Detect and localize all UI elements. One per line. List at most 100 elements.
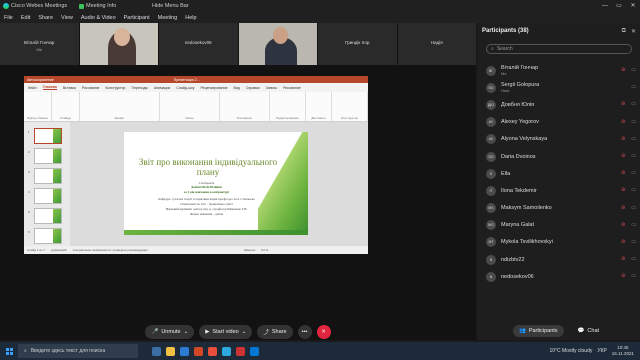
shared-screen[interactable]: Автосохранение Презентація 2... Файл Гла… [24, 76, 368, 254]
slide-thumbnail[interactable]: 2 [28, 148, 62, 164]
ppt-tab[interactable]: Анимация [154, 86, 170, 90]
share-button[interactable]: ⤴ Share [257, 325, 293, 339]
menu-participant[interactable]: Participant [124, 15, 150, 21]
video-tile[interactable]: nedosekov06 [159, 23, 238, 65]
webex-icon[interactable] [222, 346, 231, 356]
minimize-button[interactable]: — [598, 0, 612, 12]
ribbon-group-drawing[interactable]: Рисование [220, 92, 270, 121]
status-accessibility[interactable]: Специальные возможности: проверьте реком… [73, 248, 148, 252]
menu-share[interactable]: Share [38, 15, 53, 21]
participant-row[interactable]: SG Sergii Golopura Host ▭ [486, 79, 636, 96]
participant-search-input[interactable]: ⌕ Search [486, 44, 632, 54]
acrobat-icon[interactable] [236, 346, 245, 356]
participant-row[interactable]: MS Maksym Samoilenko ⊘ ▭ [486, 200, 636, 217]
ppt-tab[interactable]: Конструктор [106, 86, 126, 90]
close-button[interactable]: ✕ [626, 0, 640, 12]
mic-muted-icon[interactable]: ⊘ [621, 119, 625, 125]
weather-status[interactable]: 10°C Mostly cloudy [550, 348, 593, 354]
video-tile[interactable]: Гриндік Ігор [318, 23, 397, 65]
close-icon[interactable]: ✕ [631, 28, 636, 35]
participant-row[interactable]: ВГ Віталій Гончар Me ⊘ ▭ [486, 62, 636, 79]
ppt-tab[interactable]: Вставка [63, 86, 76, 90]
ribbon-group-slides[interactable]: Слайды [52, 92, 80, 121]
video-tile[interactable]: Надія [397, 23, 476, 65]
mic-muted-icon[interactable]: ⊘ [621, 239, 625, 245]
menu-meeting[interactable]: Meeting [158, 15, 178, 21]
mic-muted-icon[interactable]: ⊘ [621, 67, 625, 73]
menu-edit[interactable]: Edit [21, 15, 30, 21]
ribbon-group-clipboard[interactable]: Буфер обмена [24, 92, 52, 121]
start-video-button[interactable]: ▶ Start video ⌄ [199, 325, 253, 339]
end-meeting-button[interactable]: ✕ [316, 325, 331, 339]
chrome-icon[interactable] [208, 346, 217, 356]
mic-muted-icon[interactable]: ⊘ [621, 136, 625, 142]
status-language[interactable]: украинский [51, 248, 67, 252]
menu-help[interactable]: Help [185, 15, 196, 21]
ppt-tab-active[interactable]: Главная [42, 85, 57, 90]
mic-muted-icon[interactable]: ⊘ [621, 170, 625, 176]
slide-canvas[interactable]: Звіт про виконання індивідуального плану… [124, 132, 308, 235]
language-indicator[interactable]: УКР [597, 348, 606, 354]
slide-thumbnail[interactable]: 6 [28, 228, 62, 244]
mic-muted-icon[interactable]: ⊘ [621, 256, 625, 262]
ppt-tab[interactable]: Справка [246, 86, 260, 90]
participant-row[interactable]: E Ella ⊘ ▭ [486, 165, 636, 182]
ppt-tab[interactable]: Вид [234, 86, 240, 90]
ribbon-group-designer[interactable]: Конструктор [332, 92, 368, 121]
participant-row[interactable]: AY Alexey Yegorov ⊘ ▭ [486, 114, 636, 131]
maximize-button[interactable]: ▭ [612, 0, 626, 12]
ribbon-group-dictate[interactable]: Диктовать [306, 92, 332, 121]
menu-view[interactable]: View [61, 15, 73, 21]
slide-thumbnail[interactable]: 4 [28, 188, 62, 204]
mic-muted-icon[interactable]: ⊘ [621, 153, 625, 159]
more-options-button[interactable]: ••• [297, 325, 312, 339]
word-icon[interactable] [180, 346, 189, 356]
ppt-tab[interactable]: Запись [266, 86, 277, 90]
participant-row[interactable]: IT Ilona Tekdemir ⊘ ▭ [486, 182, 636, 199]
mic-muted-icon[interactable]: ⊘ [621, 222, 625, 228]
ribbon-group-editing[interactable]: Редактирование [270, 92, 306, 121]
participant-row[interactable]: Nnedosekov06 ⊘ ▭ [486, 268, 636, 285]
slide-thumbnail[interactable]: 1 [28, 128, 62, 144]
unmute-button[interactable]: 🎤 Unmute ⌄ [145, 325, 195, 339]
participant-row[interactable]: MG Maryna Galat ⊘ ▭ [486, 217, 636, 234]
mic-muted-icon[interactable]: ⊘ [621, 101, 625, 107]
ppt-tab[interactable]: Рисование [82, 86, 100, 90]
participant-row[interactable]: AV Alyona Velynskaya ⊘ ▭ [486, 131, 636, 148]
participant-row[interactable]: Nndizbtv22 ⊘ ▭ [486, 251, 636, 268]
ribbon-group-paragraph[interactable]: Абзац [160, 92, 220, 121]
slide-thumbnail[interactable]: 3 [28, 168, 62, 184]
slide-thumbnail[interactable]: 5 [28, 208, 62, 224]
powerpoint-icon[interactable] [194, 346, 203, 356]
meeting-info-button[interactable]: Meeting Info [79, 3, 141, 9]
ppt-tab[interactable]: Файл [28, 86, 37, 90]
status-notes[interactable]: Заметки [244, 248, 255, 252]
hide-menu-bar-button[interactable]: Hide Menu Bar [152, 3, 189, 9]
ribbon-group-font[interactable]: Шрифт [80, 92, 160, 121]
file-explorer-icon[interactable] [166, 346, 175, 356]
mic-muted-icon[interactable]: ⊘ [621, 273, 625, 279]
menu-audio-video[interactable]: Audio & Video [81, 15, 116, 21]
clock[interactable]: 10:45 16.11.2021 [612, 345, 634, 357]
menu-file[interactable]: File [4, 15, 13, 21]
participant-row[interactable]: ДЮ Довбня Юлія ⊘ ▭ [486, 96, 636, 113]
ppt-tab[interactable]: Переходы [131, 86, 147, 90]
video-tile[interactable] [238, 23, 317, 65]
start-button[interactable] [0, 342, 18, 360]
video-tile[interactable]: Віталій Гончар Me [0, 23, 79, 65]
mic-muted-icon[interactable]: ⊘ [621, 187, 625, 193]
status-zoom[interactable]: 64 % [261, 248, 268, 252]
participant-row[interactable]: DD Daria Dvoinos ⊘ ▭ [486, 148, 636, 165]
edge-icon[interactable] [250, 346, 259, 356]
participant-row[interactable]: MT Mykola Tsvilikhovskyi ⊘ ▭ [486, 234, 636, 251]
ppt-tab[interactable]: Слайд-шоу [176, 86, 194, 90]
taskbar-search[interactable]: ⌕ Введите здесь текст для поиска [18, 344, 138, 358]
task-view-icon[interactable] [152, 346, 161, 356]
chat-tab-button[interactable]: 💬 Chat [572, 325, 605, 337]
video-tile[interactable] [79, 23, 158, 65]
popout-icon[interactable]: ⧉ [622, 28, 626, 35]
ppt-tab[interactable]: Рисование [283, 86, 301, 90]
mic-muted-icon[interactable]: ⊘ [621, 205, 625, 211]
participants-tab-button[interactable]: 👥 Participants [512, 325, 564, 337]
ppt-tab[interactable]: Рецензирование [200, 86, 227, 90]
